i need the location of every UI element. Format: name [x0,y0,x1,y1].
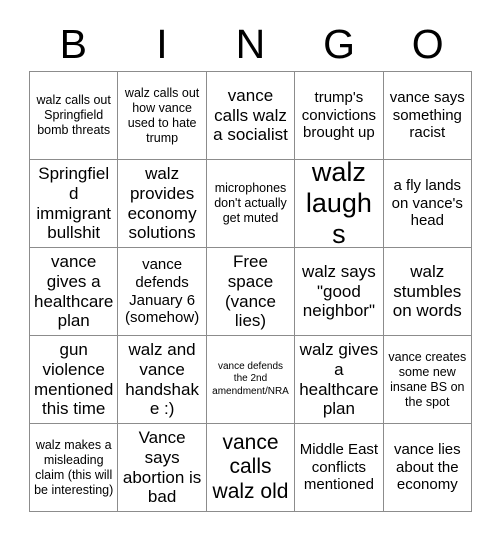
bingo-cell-label: vance calls walz a socialist [213,85,288,145]
header-letter-n: N [235,20,266,67]
bingo-cell-r3c5[interactable]: walz stumbles on words [383,248,472,336]
bingo-cell-r2c5[interactable]: a fly lands on vance's head [383,160,472,248]
header-letter-g: G [323,20,356,67]
bingo-grid: walz calls out Springfield bomb threats w… [29,71,472,512]
bingo-cell-label: walz laughs [305,160,372,248]
bingo-cell-r5c2[interactable]: Vance says abortion is bad [118,424,207,512]
bingo-cell-r3c4[interactable]: walz says "good neighbor" [295,248,384,336]
bingo-cell-label: walz stumbles on words [392,261,462,321]
bingo-card: B I N G O walz calls out Springfield bom… [0,0,500,544]
bingo-cell-label: vance defends the 2nd amendment/NRA [212,361,289,397]
bingo-cell-label: trump's convictions brought up [301,89,376,142]
bingo-cell-label: vance calls walz old [212,431,289,503]
bingo-cell-r1c1[interactable]: walz calls out Springfield bomb threats [30,72,119,160]
bingo-cell-label: Springfield immigrant bullshit [36,163,111,243]
bingo-cell-label: walz makes a misleading claim (this will… [34,437,114,497]
bingo-cell-label: walz calls out how vance used to hate tr… [124,85,200,145]
bingo-cell-label: walz and vance handshake :) [125,339,199,419]
bingo-cell-r5c3[interactable]: vance calls walz old [206,424,296,512]
header-letter-b: B [59,20,87,67]
bingo-cell-r2c4[interactable]: walz laughs [295,160,384,248]
bingo-cell-r2c3[interactable]: microphones don't actually get muted [206,160,296,248]
bingo-cell-r3c3[interactable]: Free space (vance lies) [206,248,296,336]
bingo-cell-r1c5[interactable]: vance says something racist [383,72,472,160]
bingo-cell-label: Vance says abortion is bad [122,427,202,507]
bingo-cell-label: vance says something racist [389,89,465,142]
bingo-cell-label: a fly lands on vance's head [391,177,463,230]
bingo-cell-label: walz says "good neighbor" [302,261,376,321]
bingo-cell-r4c2[interactable]: walz and vance handshake :) [118,336,207,424]
bingo-cell-label: walz provides economy solutions [127,163,197,243]
bingo-cell-r2c2[interactable]: walz provides economy solutions [118,160,207,248]
bingo-cell-label: vance defends January 6 (somehow) [125,256,200,327]
bingo-cell-label: Free space (vance lies) [224,251,276,331]
bingo-cell-label: microphones don't actually get muted [214,181,287,225]
bingo-header: B I N G O [29,18,472,70]
bingo-cell-r5c4[interactable]: Middle East conflicts mentioned [295,424,384,512]
bingo-cell-label: vance lies about the economy [393,441,461,494]
header-letter-i: I [156,20,168,67]
bingo-cell-r4c1[interactable]: gun violence mentioned this time [30,336,119,424]
bingo-cell-r1c2[interactable]: walz calls out how vance used to hate tr… [118,72,207,160]
bingo-cell-r1c3[interactable]: vance calls walz a socialist [206,72,296,160]
bingo-cell-label: walz gives a healthcare plan [299,339,379,419]
bingo-cell-r5c5[interactable]: vance lies about the economy [383,424,472,512]
bingo-cell-r3c1[interactable]: vance gives a healthcare plan [30,248,119,336]
bingo-cell-r4c5[interactable]: vance creates some new insane BS on the … [383,336,472,424]
bingo-cell-label: Middle East conflicts mentioned [299,441,379,494]
bingo-cell-r4c4[interactable]: walz gives a healthcare plan [295,336,384,424]
bingo-cell-r3c2[interactable]: vance defends January 6 (somehow) [118,248,207,336]
bingo-cell-r1c4[interactable]: trump's convictions brought up [295,72,384,160]
bingo-cell-label: vance gives a healthcare plan [34,251,114,331]
header-letter-o: O [411,20,444,67]
bingo-cell-r5c1[interactable]: walz makes a misleading claim (this will… [30,424,119,512]
bingo-cell-r2c1[interactable]: Springfield immigrant bullshit [30,160,119,248]
bingo-cell-label: vance creates some new insane BS on the … [388,349,467,409]
bingo-cell-r4c3[interactable]: vance defends the 2nd amendment/NRA [206,336,296,424]
bingo-cell-label: gun violence mentioned this time [34,339,114,419]
bingo-cell-label: walz calls out Springfield bomb threats [36,93,111,137]
